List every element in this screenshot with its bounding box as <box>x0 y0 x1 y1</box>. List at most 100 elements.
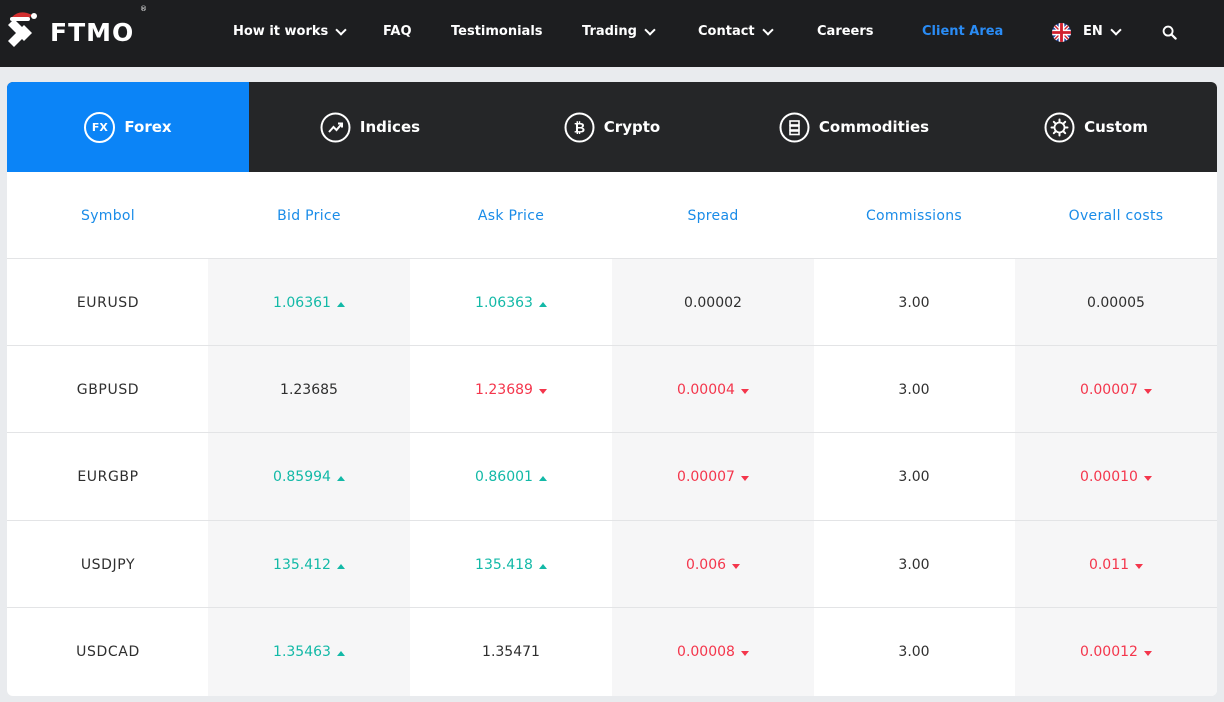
bid-price-cell: 1.35463 <box>208 609 410 696</box>
nav-how-it-works[interactable]: How it works <box>233 0 347 64</box>
table-row: EURGBP 0.85994 0.86001 0.00007 3.00 0.00010 <box>7 434 1217 521</box>
ask-price-cell-value: 1.23689 <box>475 381 533 398</box>
nav-contact[interactable]: Contact <box>698 0 774 64</box>
bid-price-cell: 1.06361 <box>208 259 410 346</box>
uk-flag-icon <box>1052 22 1071 42</box>
overall-cost-cell-value: 0.011 <box>1088 556 1130 573</box>
arrow-up-icon <box>336 301 345 307</box>
tab-custom[interactable]: Custom <box>975 82 1217 172</box>
bid-price-cell-value: 135.412 <box>273 556 331 573</box>
spread-cell-value: 0.00008 <box>677 644 735 661</box>
table-row: USDJPY 135.412 135.418 0.006 3.00 0.011 <box>7 521 1217 609</box>
registered-mark: ® <box>140 5 147 13</box>
arrow-down-icon <box>1143 476 1152 482</box>
overall-cost-cell-value: 0.00012 <box>1080 644 1138 661</box>
chevron-down-icon <box>335 23 347 36</box>
symbol-cell-value: EURGBP <box>77 469 139 486</box>
chevron-down-icon <box>761 23 774 36</box>
symbol-cell: USDCAD <box>7 609 209 696</box>
overall-cost-cell: 0.00007 <box>1015 346 1217 433</box>
header-ask-price: Ask Price <box>477 207 545 224</box>
ask-price-cell: 0.86001 <box>410 434 612 521</box>
spread-cell-value: 0.00004 <box>677 381 735 398</box>
overall-cost-cell-value: 0.00007 <box>1080 381 1138 398</box>
bid-price-cell: 135.412 <box>208 521 410 608</box>
ask-price-cell: 135.418 <box>410 521 612 608</box>
nav-testimonials[interactable]: Testimonials <box>451 0 543 64</box>
chevron-down-icon <box>644 23 656 36</box>
arrow-down-icon <box>1143 388 1152 394</box>
tab-custom-label: Custom <box>1084 118 1148 136</box>
market-tabs: FX Forex Indices ₿ Crypto Commodities Cu… <box>7 82 1217 172</box>
overall-cost-cell: 0.011 <box>1015 521 1217 608</box>
table-row: EURUSD 1.06361 1.06363 0.00002 3.00 0.00005 <box>7 259 1217 346</box>
spread-cell: 0.00004 <box>612 346 814 433</box>
nav-trading[interactable]: Trading <box>582 0 656 64</box>
nav-testimonials-label: Testimonials <box>451 24 543 39</box>
commission-cell: 3.00 <box>813 346 1015 433</box>
header-commissions: Commissions <box>865 207 963 224</box>
language-label: EN <box>1083 24 1103 39</box>
header-symbol: Symbol <box>81 207 135 224</box>
logo-text: FTMO <box>50 17 135 47</box>
ask-price-cell-value: 135.418 <box>475 556 533 573</box>
header-bid-price: Bid Price <box>277 207 341 224</box>
search-icon[interactable] <box>1162 25 1177 40</box>
ask-price-cell: 1.06363 <box>410 259 612 346</box>
header-spread: Spread <box>687 207 739 224</box>
bitcoin-icon: ₿ <box>564 112 595 142</box>
arrow-down-icon <box>1135 563 1144 569</box>
arrow-up-icon <box>336 563 345 569</box>
fx-icon: FX <box>84 111 116 143</box>
spread-cell: 0.006 <box>612 521 814 608</box>
bid-price-cell-value: 0.85994 <box>273 469 331 486</box>
bid-price-cell-value: 1.06361 <box>273 294 331 311</box>
tab-forex-label: Forex <box>124 118 172 136</box>
commission-cell-value: 3.00 <box>898 469 930 486</box>
nav-careers[interactable]: Careers <box>817 0 874 64</box>
tab-forex[interactable]: FX Forex <box>7 82 249 172</box>
symbol-cell: EURGBP <box>7 434 209 521</box>
ask-price-cell-value: 0.86001 <box>475 469 533 486</box>
market-panel: FX Forex Indices ₿ Crypto Commodities Cu… <box>7 82 1217 696</box>
ftmo-logo[interactable]: FTMO <box>6 10 134 52</box>
tab-commodities-label: Commodities <box>818 118 930 136</box>
symbol-cell-value: EURUSD <box>76 294 140 311</box>
overall-cost-cell: 0.00005 <box>1015 259 1217 346</box>
symbol-cell: EURUSD <box>7 259 209 346</box>
tab-indices[interactable]: Indices <box>249 82 491 172</box>
tab-indices-label: Indices <box>359 118 421 136</box>
tab-commodities[interactable]: Commodities <box>733 82 975 172</box>
arrow-down-icon <box>1143 651 1152 657</box>
table-row: USDCAD 1.35463 1.35471 0.00008 3.00 0.00012 <box>7 609 1217 696</box>
symbol-cell-value: USDCAD <box>76 644 140 661</box>
nav-faq[interactable]: FAQ <box>383 0 412 64</box>
commission-cell: 3.00 <box>813 259 1015 346</box>
language-selector[interactable]: EN <box>1052 0 1122 64</box>
overall-cost-cell-value: 0.00010 <box>1080 469 1138 486</box>
commission-cell: 3.00 <box>813 609 1015 696</box>
commission-cell-value: 3.00 <box>898 644 930 661</box>
commission-cell: 3.00 <box>813 521 1015 608</box>
nav-client-area-label: Client Area <box>922 24 1004 39</box>
tab-crypto-label: Crypto <box>603 118 661 136</box>
arrow-up-icon <box>538 476 547 482</box>
arrow-up-icon <box>336 476 345 482</box>
commission-cell-value: 3.00 <box>898 381 930 398</box>
table-header: Symbol Bid Price Ask Price Spread Commis… <box>7 172 1217 259</box>
top-navigation: FTMO ® How it works FAQ Testimonials Tra… <box>0 0 1224 67</box>
bid-price-cell: 1.23685 <box>208 346 410 433</box>
arrow-down-icon <box>538 388 547 394</box>
tab-crypto[interactable]: ₿ Crypto <box>491 82 733 172</box>
spread-cell: 0.00008 <box>612 609 814 696</box>
nav-careers-label: Careers <box>817 24 874 39</box>
spread-cell-value: 0.00002 <box>684 294 742 311</box>
commission-cell-value: 3.00 <box>898 294 930 311</box>
nav-client-area[interactable]: Client Area <box>922 0 1003 64</box>
commission-cell: 3.00 <box>813 434 1015 521</box>
symbol-cell-value: USDJPY <box>80 556 136 573</box>
arrow-down-icon <box>740 476 749 482</box>
ftmo-logo-icon <box>8 12 37 47</box>
chevron-down-icon <box>1110 23 1122 36</box>
header-overall-costs: Overall costs <box>1068 207 1164 224</box>
